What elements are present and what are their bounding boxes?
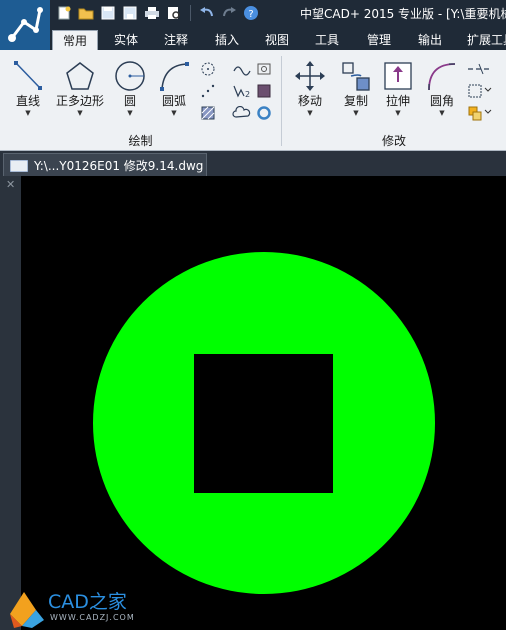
canvas-left-bar: ✕ xyxy=(0,176,21,630)
watermark-brand: CAD之家 xyxy=(48,591,127,613)
new-icon[interactable] xyxy=(54,3,74,23)
chevron-down-icon: ▼ xyxy=(77,109,83,117)
point-icon[interactable] xyxy=(198,82,218,100)
print-preview-icon[interactable] xyxy=(164,3,184,23)
window-title: 中望CAD+ 2015 专业版 - [Y:\重要机械 xyxy=(300,7,506,21)
save-icon[interactable] xyxy=(98,3,118,23)
arc-button[interactable]: 圆弧 ▼ xyxy=(154,60,194,117)
stretch-label: 拉伸 xyxy=(385,94,410,108)
circle-icon xyxy=(115,61,145,91)
undo-icon[interactable] xyxy=(197,3,217,23)
tab-extension-tools[interactable]: 扩展工具 xyxy=(459,30,506,50)
explode-icon[interactable] xyxy=(466,104,494,122)
tab-annotate[interactable]: 注释 xyxy=(154,30,198,50)
chevron-down-icon: ▼ xyxy=(307,109,313,117)
spline-icon[interactable] xyxy=(232,60,252,78)
svg-text:2: 2 xyxy=(245,90,250,99)
tab-view[interactable]: 视图 xyxy=(255,30,299,50)
circle-label: 圆 xyxy=(123,94,136,108)
open-icon[interactable] xyxy=(76,3,96,23)
draw-group-label: 绘制 xyxy=(128,134,153,148)
tab-home[interactable]: 常用 xyxy=(52,30,98,51)
chevron-down-icon: ▼ xyxy=(395,109,401,117)
cadzj-watermark: CAD之家 WWW.CADZJ.COM xyxy=(6,588,146,628)
cad-application-window: ? 中望CAD+ 2015 专业版 - [Y:\重要机械 常用 实体 注释 插入… xyxy=(0,0,506,630)
stretch-icon xyxy=(384,62,412,90)
cloud-icon[interactable] xyxy=(232,104,252,122)
trim-icon[interactable] xyxy=(466,60,494,78)
move-icon xyxy=(295,61,325,91)
stretch-button[interactable]: 拉伸 ▼ xyxy=(378,60,418,117)
document-tab[interactable]: Y:\...Y0126E01 修改9.14.dwg xyxy=(3,153,207,177)
help-icon[interactable]: ? xyxy=(241,3,261,23)
fillet-button[interactable]: 圆角 ▼ xyxy=(422,60,462,117)
modify-group-label: 修改 xyxy=(381,134,406,148)
ribbon-tab-bar: 常用 实体 注释 插入 视图 工具 管理 输出 扩展工具 xyxy=(0,27,506,51)
line-icon xyxy=(14,61,42,90)
fillet-label: 圆角 xyxy=(429,94,454,108)
zwcad-logo-icon xyxy=(8,7,43,42)
rectangle-array-icon[interactable] xyxy=(466,82,494,100)
tab-solid[interactable]: 实体 xyxy=(104,30,148,50)
polygon-button[interactable]: 正多边形 ▼ xyxy=(52,60,108,117)
drawing-canvas[interactable]: ✕ xyxy=(0,176,506,630)
revision-cloud-icon[interactable] xyxy=(254,60,274,78)
arc-label: 圆弧 xyxy=(161,94,186,108)
line-label: 直线 xyxy=(15,94,40,108)
move-label: 移动 xyxy=(297,94,322,108)
quick-access-toolbar: ? xyxy=(54,3,261,23)
document-tab-label: Y:\...Y0126E01 修改9.14.dwg xyxy=(34,159,204,173)
hatch-icon[interactable] xyxy=(198,104,218,122)
group-separator xyxy=(281,56,282,146)
line-button[interactable]: 直线 ▼ xyxy=(6,60,50,117)
document-tab-strip: Y:\...Y0126E01 修改9.14.dwg xyxy=(0,151,506,177)
drawing-viewport xyxy=(93,252,435,594)
chevron-down-icon: ▼ xyxy=(25,109,31,117)
copy-button[interactable]: 复制 ▼ xyxy=(336,60,376,117)
move-button[interactable]: 移动 ▼ xyxy=(290,60,330,117)
tab-insert[interactable]: 插入 xyxy=(205,30,249,50)
cadzj-logo-icon xyxy=(10,592,44,628)
tab-output[interactable]: 输出 xyxy=(408,30,452,50)
polygon-icon xyxy=(66,62,94,90)
redo-icon[interactable] xyxy=(219,3,239,23)
chevron-down-icon: ▼ xyxy=(439,109,445,117)
polyline-icon[interactable]: 2 xyxy=(232,82,252,100)
polygon-label: 正多边形 xyxy=(55,94,104,108)
circle-button[interactable]: 圆 ▼ xyxy=(110,60,150,117)
svg-text:?: ? xyxy=(248,9,253,20)
application-logo[interactable] xyxy=(0,0,50,50)
ellipse-center-icon[interactable] xyxy=(198,60,218,78)
arc-icon xyxy=(160,62,189,91)
watermark-url: WWW.CADZJ.COM xyxy=(50,613,135,622)
tab-tools[interactable]: 工具 xyxy=(305,30,349,50)
close-icon[interactable]: ✕ xyxy=(6,178,15,191)
toolbar-separator xyxy=(190,5,191,21)
ribbon-panel: 直线 ▼ 正多边形 ▼ 圆 ▼ 圆弧 ▼ 2 移动 ▼ 复制 ▼ 拉伸 ▼ 圆角… xyxy=(0,50,506,151)
square-cutout-shape[interactable] xyxy=(194,354,333,493)
print-icon[interactable] xyxy=(142,3,162,23)
chevron-down-icon: ▼ xyxy=(171,109,177,117)
gradient-icon[interactable] xyxy=(254,82,274,100)
fillet-icon xyxy=(428,63,456,91)
dwg-file-icon xyxy=(10,159,28,172)
copy-label: 复制 xyxy=(343,94,368,108)
donut-icon[interactable] xyxy=(254,104,274,122)
save-as-icon[interactable] xyxy=(120,3,140,23)
title-bar: ? 中望CAD+ 2015 专业版 - [Y:\重要机械 xyxy=(0,0,506,27)
tab-manage[interactable]: 管理 xyxy=(357,30,401,50)
chevron-down-icon: ▼ xyxy=(353,109,359,117)
chevron-down-icon: ▼ xyxy=(127,109,133,117)
copy-icon xyxy=(342,62,370,91)
